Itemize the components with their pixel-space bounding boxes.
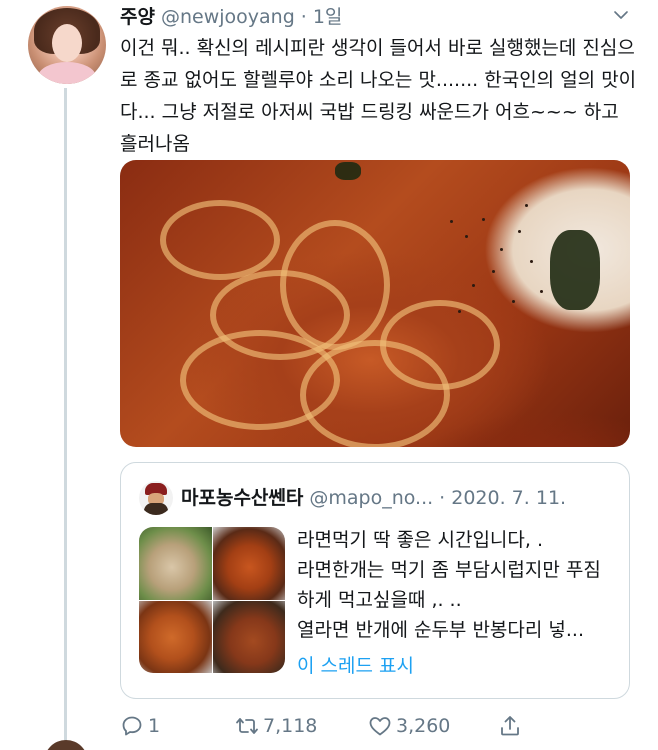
like-count: 3,260 bbox=[396, 715, 451, 737]
media-thumbnail bbox=[139, 527, 212, 600]
author-avatar[interactable] bbox=[28, 6, 106, 84]
pepper-speck bbox=[450, 220, 453, 223]
quoted-tweet-media[interactable] bbox=[139, 527, 285, 673]
author-handle[interactable]: @newjooyang bbox=[161, 6, 295, 28]
tweet-actions: 1 7,118 3,260 bbox=[120, 710, 630, 742]
retweet-icon bbox=[236, 718, 258, 734]
quoted-tweet-date: · 2020. 7. 11. bbox=[439, 487, 567, 509]
pepper-speck bbox=[472, 284, 475, 287]
avatar-face bbox=[52, 24, 82, 62]
pepper-speck bbox=[482, 218, 485, 221]
pepper-speck bbox=[458, 310, 461, 313]
tweet-photo[interactable] bbox=[120, 160, 630, 447]
pepper-speck bbox=[465, 235, 468, 238]
retweet-button[interactable]: 7,118 bbox=[235, 714, 368, 738]
avatar-shirt bbox=[38, 62, 96, 84]
chevron-down-icon[interactable] bbox=[612, 6, 630, 24]
noodle-strand bbox=[280, 220, 390, 350]
thread-connector-line bbox=[64, 88, 67, 748]
quoted-author-name: 마포농수산쎈타 bbox=[181, 487, 304, 509]
like-button[interactable]: 3,260 bbox=[368, 714, 498, 738]
noodle-strand bbox=[160, 200, 280, 280]
heart-icon bbox=[369, 717, 391, 736]
seaweed-piece bbox=[335, 162, 361, 180]
media-thumbnail bbox=[213, 601, 285, 673]
pepper-speck bbox=[525, 204, 528, 207]
reply-count: 1 bbox=[148, 715, 161, 737]
seaweed-piece bbox=[550, 230, 600, 310]
quoted-tweet[interactable]: 마포농수산쎈타 @mapo_no... · 2020. 7. 11. 라면먹기 … bbox=[120, 462, 630, 699]
author-display-name[interactable]: 주양 bbox=[120, 2, 155, 29]
share-icon bbox=[501, 716, 519, 736]
quoted-tweet-header: 마포농수산쎈타 @mapo_no... · 2020. 7. 11. bbox=[181, 483, 566, 510]
share-button[interactable] bbox=[498, 714, 522, 738]
tweet-header: 주양 @newjooyang · 1일 bbox=[120, 2, 342, 28]
tweet-text: 이건 뭐.. 확신의 레시피란 생각이 들어서 바로 실행했는데 진심으로 종교… bbox=[120, 37, 637, 155]
noodle-strand bbox=[380, 300, 500, 390]
quoted-author-handle: @mapo_no... bbox=[309, 487, 434, 509]
tweet-timestamp[interactable]: · 1일 bbox=[301, 2, 343, 29]
quoted-tweet-text: 라면먹기 딱 좋은 시간입니다, . 라면한개는 먹기 좀 부담시럽지만 푸짐하… bbox=[297, 529, 601, 641]
pepper-speck bbox=[540, 290, 543, 293]
show-thread-link[interactable]: 이 스레드 표시 bbox=[297, 651, 414, 678]
media-thumbnail bbox=[213, 527, 285, 600]
avatar-body bbox=[144, 503, 168, 515]
pepper-speck bbox=[512, 300, 515, 303]
next-tweet-avatar[interactable] bbox=[44, 740, 88, 750]
reply-button[interactable]: 1 bbox=[120, 714, 235, 738]
quoted-author-avatar[interactable] bbox=[139, 481, 173, 515]
retweet-count: 7,118 bbox=[263, 715, 318, 737]
pepper-speck bbox=[518, 230, 521, 233]
pepper-speck bbox=[492, 270, 495, 273]
media-thumbnail bbox=[139, 601, 212, 673]
pepper-speck bbox=[500, 248, 503, 251]
reply-icon bbox=[122, 716, 142, 736]
pepper-speck bbox=[530, 260, 533, 263]
